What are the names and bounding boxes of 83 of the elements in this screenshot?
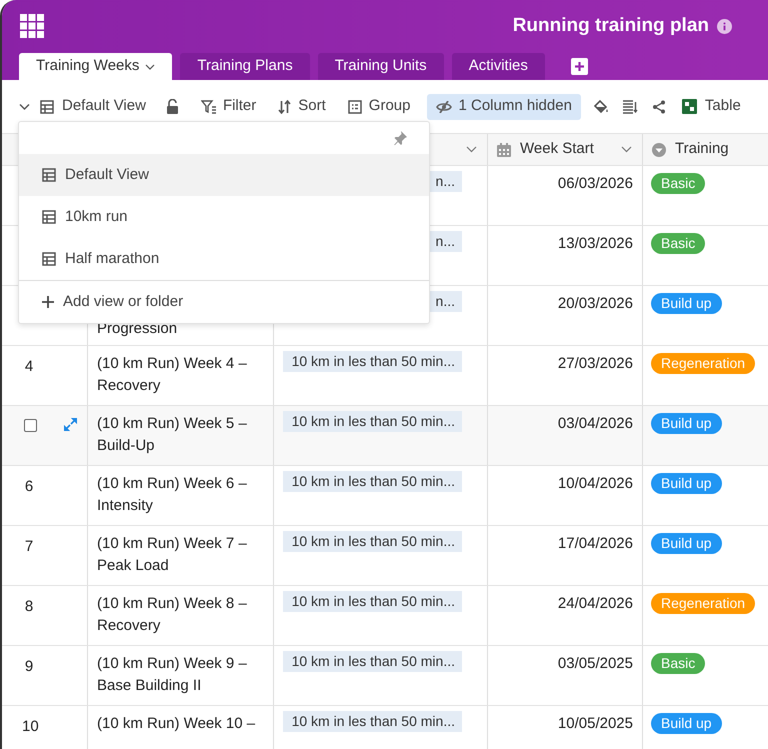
column-header[interactable]: Training <box>642 134 768 165</box>
table-cell-text: (10 km Run) Week 10 – <box>97 714 256 734</box>
chevron-down-icon[interactable] <box>19 102 30 110</box>
apps-grid-icon[interactable] <box>20 14 44 38</box>
table-cell-text: (10 km Run) Week 7 – Peak Load <box>97 534 248 576</box>
table-cell-text: (10 km Run) Week 6 – Intensity <box>97 474 248 516</box>
table-cell-text: 06/03/2026 <box>558 174 633 194</box>
share-icon[interactable] <box>652 100 666 114</box>
table-icon <box>42 168 56 182</box>
sort-icon <box>278 100 292 114</box>
calendar-icon <box>497 142 511 156</box>
chevron-down-icon <box>621 146 632 153</box>
view-menu-item[interactable]: Default View <box>19 154 429 196</box>
hovered-row[interactable]: (10 km Run) Week 5 – Build-Up 10 km in les than 50 min... 03/04/2026 Build up <box>2 406 768 466</box>
row-number: 7 <box>24 537 34 557</box>
plus-icon <box>42 296 54 308</box>
table-cell-text: 10/04/2026 <box>558 474 633 494</box>
view-menu-item[interactable]: Half marathon <box>19 238 429 280</box>
tab[interactable]: Training Weeks <box>19 53 172 80</box>
status-badge: Build up <box>651 413 722 434</box>
table-cell-text: (10 km Run) Week 5 – Build-Up <box>97 414 248 456</box>
table-icon <box>40 100 54 114</box>
expand-icon[interactable] <box>64 418 77 431</box>
row-number: 9 <box>24 657 34 677</box>
status-badge: Basic <box>651 653 706 674</box>
spreadsheet-icon <box>682 99 697 114</box>
table-cell-text: 17/04/2026 <box>558 534 633 554</box>
table-cell-text: (10 km Run) Week 4 – Recovery <box>97 354 248 396</box>
link-chip[interactable]: 10 km in les than 50 min... <box>283 711 462 732</box>
table-cell-text: 13/03/2026 <box>558 234 633 254</box>
chevron-down-icon <box>145 64 156 70</box>
group-icon <box>348 100 362 114</box>
hidden-columns-button[interactable]: 1 Column hidden <box>426 94 581 120</box>
table-cell-text: (10 km Run) Week 9 – Base Building II <box>97 654 248 696</box>
group-button[interactable]: Group <box>348 95 410 118</box>
app-title: Running training plan <box>512 14 709 38</box>
table-icon <box>42 210 56 224</box>
filter-button[interactable]: Filter <box>200 95 256 118</box>
table-cell-text: 10/05/2025 <box>558 714 633 734</box>
status-badge: Build up <box>651 473 722 494</box>
view-selector[interactable]: Default View <box>62 95 146 118</box>
tab[interactable]: Training Plans <box>180 53 310 80</box>
sort-button[interactable]: Sort <box>278 95 326 118</box>
table-cell-text: 03/04/2026 <box>558 414 633 434</box>
row-height-icon[interactable] <box>622 100 638 114</box>
status-badge: Build up <box>651 713 722 734</box>
eye-slash-icon <box>436 100 452 112</box>
view-menu-item[interactable]: 10km run <box>19 196 429 238</box>
link-chip[interactable]: 10 km in les than 50 min... <box>283 531 462 552</box>
link-chip[interactable]: 10 km in les than 50 min... <box>283 471 462 492</box>
status-badge: Regeneration <box>651 593 756 614</box>
status-badge: Regeneration <box>651 353 756 374</box>
table-icon <box>42 252 56 266</box>
link-chip[interactable]: 10 km in les than 50 min... <box>283 591 462 612</box>
lock-icon[interactable] <box>166 99 179 114</box>
row-number: 4 <box>24 357 34 377</box>
table-cell-text: 03/05/2025 <box>558 654 633 674</box>
table-cell-text: 20/03/2026 <box>558 294 633 314</box>
status-badge: Build up <box>651 533 722 554</box>
chevron-down-icon[interactable] <box>466 146 477 153</box>
link-chip[interactable]: 10 km in les than 50 min... <box>283 351 462 372</box>
status-badge: Basic <box>651 173 706 194</box>
tab[interactable]: Training Units <box>318 53 444 80</box>
table-button[interactable]: Table <box>682 95 741 118</box>
info-icon[interactable] <box>717 18 732 34</box>
link-chip[interactable]: 10 km in les than 50 min... <box>283 411 462 432</box>
tab[interactable]: Activities <box>452 53 545 80</box>
table-cell-text: (10 km Run) Week 8 – Recovery <box>97 594 248 636</box>
paint-bucket-icon[interactable] <box>592 99 609 114</box>
add-tab-icon[interactable] <box>570 58 588 75</box>
table-cell-text: 27/03/2026 <box>558 354 633 374</box>
row-number: 8 <box>24 597 34 617</box>
link-chip[interactable]: 10 km in les than 50 min... <box>283 651 462 672</box>
filter-icon <box>200 100 217 114</box>
dropdown-circle-icon <box>652 142 666 156</box>
row-number: 10 <box>22 717 36 737</box>
table-cell-text: 24/04/2026 <box>558 594 633 614</box>
row-number: 6 <box>24 477 34 497</box>
column-header[interactable]: Week Start <box>487 134 642 165</box>
pin-icon[interactable] <box>393 131 407 145</box>
status-badge: Build up <box>651 293 722 314</box>
status-badge: Basic <box>651 233 706 254</box>
row-checkbox[interactable] <box>24 419 37 432</box>
